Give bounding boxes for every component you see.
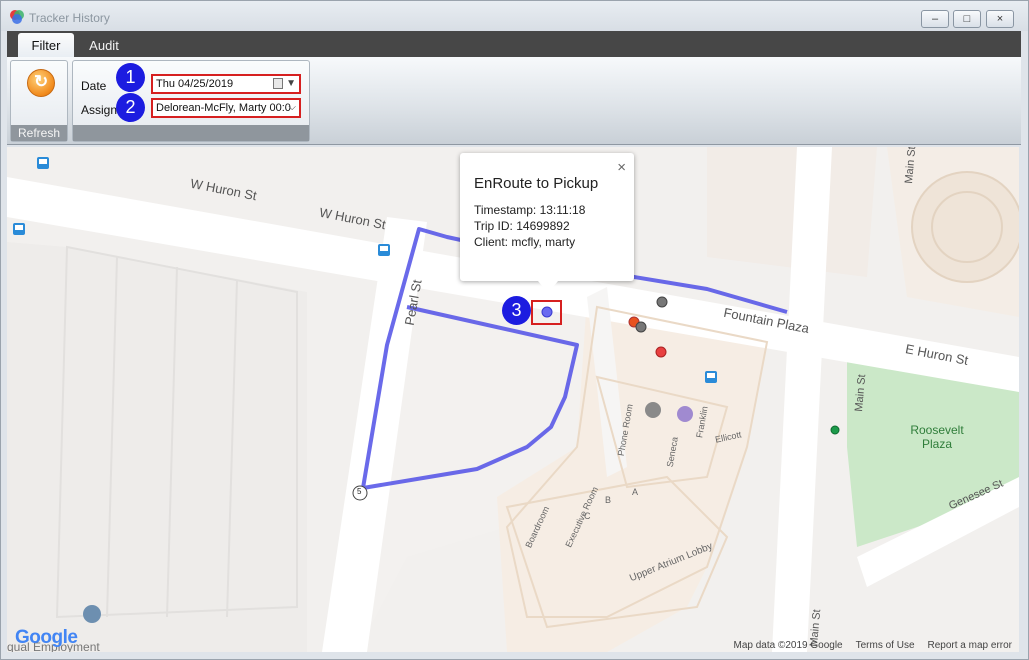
- bus-stop-icon[interactable]: [378, 244, 390, 256]
- close-icon[interactable]: ×: [617, 159, 626, 176]
- bus-stop-icon[interactable]: [705, 371, 717, 383]
- tab-audit[interactable]: Audit: [81, 33, 127, 57]
- date-value: Thu 04/25/2019: [156, 78, 234, 90]
- place-label-b: B: [605, 495, 612, 505]
- map-data-credit: Map data ©2019 Google: [733, 640, 843, 651]
- annotation-badge-3: 3: [502, 296, 531, 325]
- chevron-down-icon[interactable]: ⌵: [288, 100, 296, 116]
- ribbon-tab-bar: Filter Audit: [7, 31, 1021, 57]
- report-map-error-link[interactable]: Report a map error: [928, 640, 1012, 651]
- map-footer: Map data ©2019 Google Terms of Use Repor…: [733, 640, 1012, 651]
- date-picker[interactable]: Thu 04/25/2019 ▼: [151, 74, 301, 94]
- annotation-badge-1: 1: [116, 63, 145, 92]
- date-label: Date: [81, 79, 107, 93]
- terms-of-use-link[interactable]: Terms of Use: [856, 640, 915, 651]
- refresh-group-label: Refresh: [11, 125, 67, 141]
- tab-filter[interactable]: Filter: [18, 33, 74, 57]
- filter-group: Date Thu 04/25/2019 ▼ Assign Delorean-Mc…: [72, 60, 310, 142]
- selected-point-highlight[interactable]: [531, 300, 562, 325]
- popup-title: EnRoute to Pickup: [474, 175, 599, 192]
- assign-label: Assign: [81, 103, 118, 117]
- bus-stop-icon[interactable]: [37, 157, 49, 169]
- landmark-icon: [83, 605, 101, 623]
- app-logo-icon: [10, 10, 24, 24]
- place-label-c: C: [584, 511, 591, 521]
- place-label-a: A: [632, 487, 639, 497]
- google-logo-text: Google: [15, 627, 78, 648]
- maximize-button[interactable]: □: [953, 10, 981, 28]
- trip-info-popup: × EnRoute to Pickup Timestamp: 13:11:18 …: [460, 153, 634, 293]
- bus-stop-icon[interactable]: [13, 223, 25, 235]
- popup-client: Client: mcfly, marty: [474, 235, 576, 249]
- close-button[interactable]: ×: [986, 10, 1014, 28]
- annotation-badge-2: 2: [116, 93, 145, 122]
- window-title: Tracker History: [29, 11, 110, 25]
- tracker-history-window: Tracker History – □ × Filter Audit Refre…: [0, 0, 1029, 660]
- assign-value: Delorean-McFly, Marty 00:0: [156, 102, 291, 114]
- refresh-button[interactable]: Refresh: [10, 60, 68, 142]
- calendar-icon[interactable]: [273, 78, 283, 89]
- place-label-roosevelt-plaza: Roosevelt Plaza: [910, 423, 964, 451]
- refresh-icon: [27, 69, 55, 97]
- google-logo: Google: [15, 627, 78, 649]
- title-bar[interactable]: Tracker History – □ ×: [1, 1, 1028, 31]
- assign-dropdown[interactable]: Delorean-McFly, Marty 00:0 ⌵: [151, 98, 301, 118]
- chevron-down-icon[interactable]: ▼: [286, 76, 296, 92]
- map-view[interactable]: W Huron St W Huron St Pearl St Fountain …: [7, 147, 1019, 652]
- filter-group-footer: [73, 125, 309, 141]
- popup-trip-id: Trip ID: 14699892: [474, 219, 570, 233]
- ribbon-panel: Refresh Date Thu 04/25/2019 ▼ Assign Del…: [7, 57, 1021, 145]
- popup-timestamp: Timestamp: 13:11:18: [474, 203, 586, 217]
- route-5-shield: 5: [357, 487, 362, 496]
- minimize-button[interactable]: –: [921, 10, 949, 28]
